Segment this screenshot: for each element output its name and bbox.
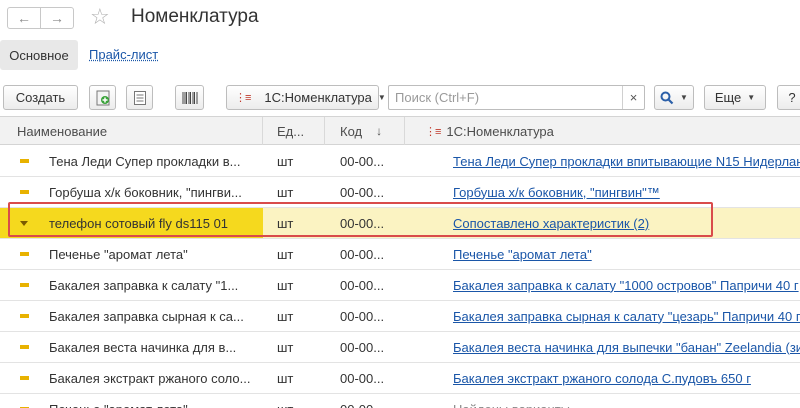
chevron-down-icon: ▼ — [680, 93, 688, 102]
column-header-match-label: 1С:Номенклатура — [446, 123, 554, 139]
cell-code: 00-00... — [340, 277, 385, 293]
table-header: Наименование Ед... Код ↓ ⋮≡ 1С:Номенклат… — [0, 117, 800, 145]
item-marker-icon — [20, 376, 29, 380]
cell-unit: шт — [277, 277, 294, 293]
list-icon: ⋮≡ — [425, 125, 441, 138]
cell-match: Бакалея заправка к салату "1000 островов… — [405, 270, 800, 300]
cell-code: 00-00... — [340, 308, 385, 324]
cell-name: Бакалея заправка к салату "1... — [0, 270, 263, 300]
cell-name: Бакалея заправка сырная к са... — [0, 301, 263, 331]
cell-name: Бакалея экстракт ржаного соло... — [0, 363, 263, 393]
search-input[interactable]: Поиск (Ctrl+F) × — [388, 85, 645, 110]
view-select[interactable]: ⋮≡ 1С:Номенклатура ▼ — [226, 85, 386, 110]
chevron-down-icon: ▼ — [747, 93, 756, 102]
match-link[interactable]: Найдены варианты — [453, 402, 570, 408]
search-button[interactable]: ▼ — [654, 85, 694, 110]
table-row[interactable]: Бакалея веста начинка для в... шт 00-00...… — [0, 332, 800, 363]
match-link[interactable]: Тена Леди Супер прокладки впитывающие N1… — [453, 154, 800, 169]
more-button[interactable]: Еще ▼ — [704, 85, 766, 110]
cell-match: Тена Леди Супер прокладки впитывающие N1… — [405, 146, 800, 176]
column-header-match[interactable]: ⋮≡ 1С:Номенклатура — [405, 117, 800, 145]
cell-name: Тена Леди Супер прокладки в... — [0, 146, 263, 176]
cell-name-text: Тена Леди Супер прокладки в... — [49, 153, 241, 169]
help-button[interactable]: ? — [777, 85, 800, 110]
cell-match: Бакалея заправка сырная к салату "цезарь… — [405, 301, 800, 331]
create-button[interactable]: Создать — [3, 85, 78, 110]
clear-icon[interactable]: × — [622, 86, 644, 109]
cell-unit: шт — [263, 394, 325, 408]
nav-buttons: ← → — [7, 7, 74, 29]
add-copy-icon — [96, 90, 109, 105]
cell-unit: шт — [277, 370, 294, 386]
item-marker-icon — [20, 314, 29, 318]
column-header-code[interactable]: Код ↓ — [325, 117, 405, 145]
item-marker-icon — [20, 252, 29, 256]
sort-down-icon: ↓ — [376, 124, 383, 138]
item-marker-icon — [20, 190, 29, 194]
cell-unit: шт — [277, 339, 294, 355]
search-placeholder: Поиск (Ctrl+F) — [395, 90, 480, 105]
cell-code: 00-00... — [340, 339, 385, 355]
add-copy-button[interactable] — [89, 85, 116, 110]
cell-name-text: Горбуша х/к боковник, "пингви... — [49, 184, 242, 200]
arrow-left-icon[interactable]: ← — [8, 8, 41, 28]
column-header-unit[interactable]: Ед... — [263, 117, 325, 145]
item-marker-icon — [20, 159, 29, 163]
search-icon — [660, 91, 674, 104]
table-row[interactable]: Бакалея заправка к салату "1... шт 00-00..… — [0, 270, 800, 301]
column-header-code-label: Код — [340, 123, 363, 139]
cell-name-text: Печенье "аромат лета" — [49, 246, 188, 262]
cell-match: Бакалея веста начинка для выпечки "банан… — [405, 332, 800, 362]
match-link[interactable]: Печенье "аромат лета" — [453, 247, 592, 262]
view-select-label: 1С:Номенклатура — [264, 90, 372, 105]
match-link[interactable]: Бакалея заправка сырная к салату "цезарь… — [453, 309, 800, 324]
barcode-button[interactable] — [175, 85, 204, 110]
cell-code: 00-00... — [340, 153, 385, 169]
cell-name-text: Бакалея веста начинка для в... — [49, 339, 237, 355]
item-marker-icon — [20, 345, 29, 349]
table-row[interactable]: Тена Леди Супер прокладки в... шт 00-00...… — [0, 146, 800, 177]
cell-match: Печенье "аромат лета" — [405, 239, 800, 269]
cell-unit: шт — [277, 153, 294, 169]
arrow-right-icon[interactable]: → — [41, 8, 73, 28]
highlight-frame — [8, 202, 713, 237]
tab-main[interactable]: Основное — [0, 40, 78, 70]
cell-name-text: Бакалея экстракт ржаного соло... — [49, 370, 251, 386]
list-icon — [133, 90, 146, 105]
barcode-icon — [182, 91, 197, 104]
cell-match: Бакалея экстракт ржаного солода С.пудовъ… — [405, 363, 800, 393]
column-header-name[interactable]: Наименование — [0, 117, 263, 145]
cell-code: 00-00... — [340, 246, 385, 262]
tab-price-list[interactable]: Прайс-лист — [89, 47, 158, 62]
match-link[interactable]: Бакалея заправка к салату "1000 островов… — [453, 278, 799, 293]
cell-name: Бакалея веста начинка для в... — [0, 332, 263, 362]
page-title: Номенклатура — [131, 6, 259, 27]
cell-name: Печенье "аромат лета" — [0, 394, 263, 408]
cell-name-text: Бакалея заправка к салату "1... — [49, 277, 239, 293]
cell-name: Печенье "аромат лета" — [0, 239, 263, 269]
item-marker-icon — [20, 283, 29, 287]
cell-code: 00-00... — [325, 394, 405, 408]
cell-name-text: Бакалея заправка сырная к са... — [49, 308, 244, 324]
list-icon: ⋮≡ — [235, 92, 251, 104]
header: ← → ☆ Номенклатура — [0, 0, 800, 38]
cell-name-text: Печенье "аромат лета" — [49, 402, 188, 408]
table-row[interactable]: Бакалея экстракт ржаного соло... шт 00-00.… — [0, 363, 800, 394]
cell-code: 00-00... — [340, 370, 385, 386]
match-link[interactable]: Бакалея экстракт ржаного солода С.пудовъ… — [453, 371, 751, 386]
star-icon[interactable]: ☆ — [90, 4, 110, 30]
table-row[interactable]: Бакалея заправка сырная к са... шт 00-00..… — [0, 301, 800, 332]
table-row[interactable]: Печенье "аромат лета" шт00-00... Найдены в… — [0, 394, 800, 408]
table-row[interactable]: Печенье "аромат лета" шт 00-00... Печенье "… — [0, 239, 800, 270]
match-link[interactable]: Бакалея веста начинка для выпечки "банан… — [453, 340, 800, 355]
items-table: Наименование Ед... Код ↓ ⋮≡ 1С:Номенклат… — [0, 116, 800, 408]
cell-unit: шт — [277, 246, 294, 262]
cell-match: Найдены варианты — [405, 394, 800, 408]
list-button[interactable] — [126, 85, 153, 110]
more-label: Еще — [714, 90, 742, 105]
match-link[interactable]: Горбуша х/к боковник, "пингвин"™ — [453, 185, 660, 200]
chevron-down-icon: ▼ — [377, 93, 386, 102]
cell-unit: шт — [277, 308, 294, 324]
